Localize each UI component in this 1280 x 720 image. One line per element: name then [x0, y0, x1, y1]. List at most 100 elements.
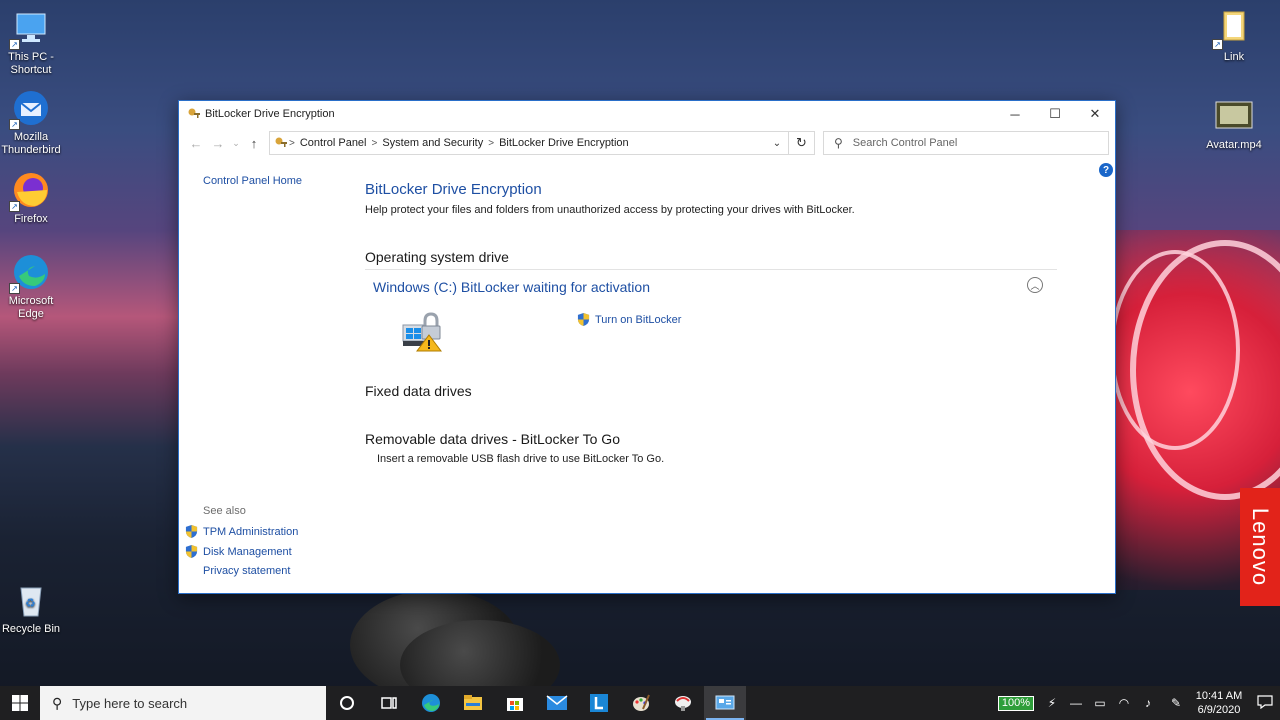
- disk-management-label: Disk Management: [203, 545, 292, 558]
- recycle-bin-icon: ♻: [11, 580, 51, 620]
- recent-chevron-icon[interactable]: ⌄: [229, 138, 243, 149]
- minimize-button[interactable]: ─: [995, 101, 1035, 127]
- folder-icon: ↗: [1212, 8, 1254, 50]
- bitlocker-window: BitLocker Drive Encryption ─ ☐ ✕ ← → ⌄ ↑…: [178, 100, 1116, 594]
- l-app-icon[interactable]: [578, 686, 620, 720]
- uac-shield-icon: [577, 313, 590, 326]
- fixed-drives-heading: Fixed data drives: [365, 383, 472, 399]
- breadcrumb-separator: >: [289, 137, 295, 149]
- clock-date: 6/9/2020: [1197, 704, 1241, 716]
- title-bar[interactable]: BitLocker Drive Encryption ─ ☐ ✕: [179, 101, 1115, 127]
- mail-icon[interactable]: [536, 686, 578, 720]
- desktop-icon-this-pc[interactable]: ↗ This PC - Shortcut: [0, 8, 66, 77]
- turn-on-bitlocker-label: Turn on BitLocker: [595, 313, 682, 326]
- desktop-icon-firefox[interactable]: ↗ Firefox: [0, 170, 66, 226]
- desktop-icon-label: Recycle Bin: [1, 623, 61, 635]
- cortana-icon[interactable]: [326, 686, 368, 720]
- battery-icon[interactable]: ▭: [1088, 696, 1112, 710]
- lenovo-brand: Lenovo: [1240, 488, 1280, 606]
- tpm-administration-link[interactable]: TPM Administration: [185, 525, 298, 538]
- store-icon[interactable]: [494, 686, 536, 720]
- desktop-icon-label: Microsoft Edge: [8, 295, 54, 320]
- see-also-label: See also: [203, 505, 246, 517]
- svg-text:♻: ♻: [25, 596, 36, 610]
- turn-on-bitlocker-link[interactable]: Turn on BitLocker: [577, 313, 681, 326]
- desktop-icon-avatar[interactable]: Avatar.mp4: [1191, 96, 1277, 152]
- wallpaper-ring: [1110, 250, 1240, 450]
- video-file-icon: [1214, 96, 1254, 136]
- bitlocker-key-icon: [275, 137, 287, 147]
- system-tray: 100% ⚡ — ▭ ◠ ♪ ✎ 10:41 AM 6/9/2020: [997, 686, 1280, 720]
- section-divider: [365, 269, 1057, 270]
- navigation-bar: ← → ⌄ ↑ > Control Panel > System and Sec…: [179, 127, 1115, 159]
- privacy-statement-link[interactable]: Privacy statement: [203, 565, 290, 577]
- removable-drives-heading: Removable data drives - BitLocker To Go: [365, 431, 620, 447]
- notification-icon[interactable]: [1250, 694, 1280, 712]
- edge-icon: ↗: [9, 252, 51, 294]
- desktop-icon-link[interactable]: ↗ Link: [1199, 8, 1269, 64]
- start-button[interactable]: [0, 686, 40, 720]
- desktop-icon-label: Link: [1223, 51, 1245, 63]
- control-panel-home-link[interactable]: Control Panel Home: [203, 175, 302, 187]
- search-icon: ⚲: [834, 136, 843, 150]
- address-bar[interactable]: > Control Panel > System and Security > …: [269, 131, 789, 155]
- forward-arrow-icon[interactable]: →: [207, 136, 229, 151]
- file-explorer-icon[interactable]: [452, 686, 494, 720]
- desktop-icon-label: This PC - Shortcut: [8, 51, 54, 76]
- thunderbird-icon: ↗: [9, 88, 51, 130]
- clock-time: 10:41 AM: [1195, 690, 1243, 702]
- desktop-icon-label: Mozilla Thunderbird: [1, 131, 61, 156]
- breadcrumb-bitlocker[interactable]: BitLocker Drive Encryption: [499, 137, 629, 149]
- snipping-icon[interactable]: [662, 686, 704, 720]
- uac-shield-icon: [185, 545, 198, 558]
- bitlocker-key-icon: [188, 108, 200, 118]
- address-dropdown-icon[interactable]: ⌄: [766, 138, 788, 149]
- volume-icon[interactable]: ♪: [1136, 696, 1160, 710]
- close-button[interactable]: ✕: [1075, 101, 1115, 127]
- breadcrumb-control-panel[interactable]: Control Panel: [300, 137, 367, 149]
- windows-logo-icon: [12, 695, 28, 711]
- tpm-administration-label: TPM Administration: [203, 525, 299, 538]
- task-view-icon[interactable]: [368, 686, 410, 720]
- drive-warning-icon: [401, 311, 443, 353]
- chevron-up-icon[interactable]: ︿: [1027, 277, 1043, 293]
- breadcrumb-separator: >: [488, 137, 495, 149]
- page-description: Help protect your files and folders from…: [365, 204, 855, 216]
- back-arrow-icon[interactable]: ←: [185, 136, 207, 151]
- refresh-icon[interactable]: ↻: [789, 131, 815, 155]
- power-plug-icon[interactable]: ⚡: [1040, 696, 1064, 710]
- taskbar-search-input[interactable]: [72, 695, 303, 711]
- search-input[interactable]: [852, 137, 1093, 149]
- battery-percentage[interactable]: 100%: [997, 695, 1034, 711]
- desktop-icon-edge[interactable]: ↗ Microsoft Edge: [0, 252, 66, 321]
- help-icon[interactable]: ?: [1099, 163, 1113, 177]
- taskbar-search-box[interactable]: ⚲: [40, 686, 326, 720]
- page-title: BitLocker Drive Encryption: [365, 181, 542, 198]
- firefox-icon: ↗: [9, 170, 51, 212]
- desktop-icon-recycle-bin[interactable]: ♻ Recycle Bin: [0, 580, 66, 636]
- uac-shield-icon: [185, 525, 198, 538]
- os-drive-heading: Operating system drive: [365, 249, 509, 265]
- desktop-icon-thunderbird[interactable]: ↗ Mozilla Thunderbird: [0, 88, 66, 157]
- up-arrow-icon[interactable]: ↑: [243, 136, 265, 151]
- maximize-button[interactable]: ☐: [1035, 101, 1075, 127]
- control-panel-icon[interactable]: [704, 686, 746, 720]
- breadcrumb-system-security[interactable]: System and Security: [382, 137, 483, 149]
- paint-icon[interactable]: [620, 686, 662, 720]
- search-box[interactable]: ⚲: [823, 131, 1109, 155]
- desktop-icon-label: Avatar.mp4: [1206, 139, 1262, 151]
- drive-c-title[interactable]: Windows (C:) BitLocker waiting for activ…: [373, 279, 650, 295]
- desktop-icon-label: Firefox: [14, 213, 48, 225]
- taskbar: ⚲ 100% ⚡ — ▭ ◠ ♪ ✎ 10:41 AM 6/9/2020: [0, 686, 1280, 720]
- breadcrumb-separator: >: [371, 137, 378, 149]
- pen-icon[interactable]: ✎: [1164, 696, 1188, 710]
- system-clock[interactable]: 10:41 AM 6/9/2020: [1188, 689, 1250, 717]
- search-icon: ⚲: [52, 694, 63, 711]
- computer-icon: ↗: [9, 8, 51, 50]
- wifi-icon[interactable]: ◠: [1112, 696, 1136, 710]
- edge-icon[interactable]: [410, 686, 452, 720]
- dash-icon[interactable]: —: [1064, 696, 1088, 710]
- left-sidebar: Control Panel Home See also TPM Administ…: [179, 161, 359, 593]
- disk-management-link[interactable]: Disk Management: [185, 545, 292, 558]
- window-title: BitLocker Drive Encryption: [205, 108, 335, 120]
